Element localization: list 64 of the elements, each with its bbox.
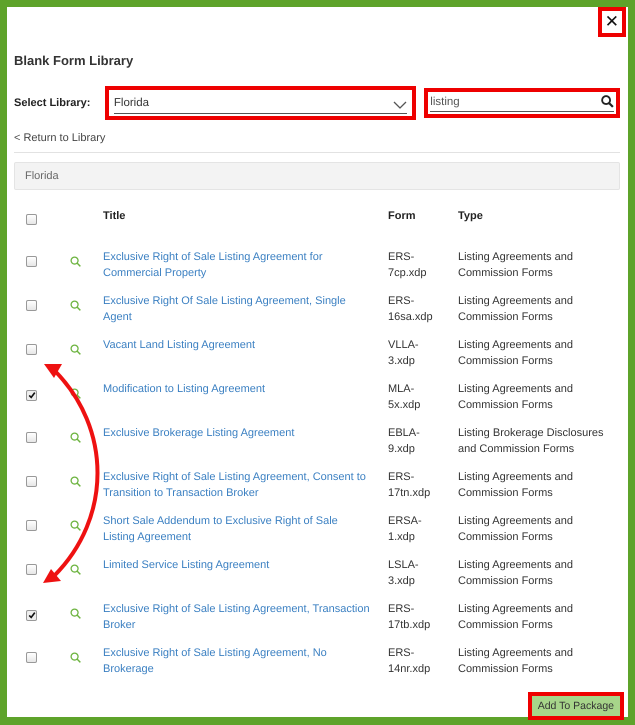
checkbox[interactable]	[26, 432, 37, 443]
table-cell-text: Listing Agreements and Commission Forms	[458, 646, 574, 677]
add-to-package-button[interactable]: Add To Package	[532, 696, 620, 716]
form-link[interactable]: Exclusive Right Of Sale Listing Agreement, Single Agent	[103, 293, 388, 340]
table-cell-text: Listing Agreements and Commission Forms	[458, 602, 574, 633]
table-cell-text: ERS-14nr.xdp	[388, 646, 432, 677]
form-link[interactable]: Exclusive Brokerage Listing Agreement	[103, 425, 388, 472]
form-link[interactable]: Limited Service Listing Agreement	[103, 557, 388, 604]
form-link[interactable]: Exclusive Right of Sale Listing Agreement, Consent to Transition to Transaction Broker	[103, 469, 388, 516]
close-button[interactable]: ✕	[598, 7, 626, 37]
preview-icon[interactable]	[70, 608, 81, 619]
table-cell-text: Listing Agreements and Commission Forms	[458, 294, 574, 325]
checkbox[interactable]	[26, 256, 37, 267]
table-cell-text: Listing Agreements and Commission Forms	[458, 382, 574, 413]
checkbox[interactable]	[26, 390, 37, 400]
table-cell-text: Listing Agreements and Commission Forms	[458, 338, 574, 369]
preview-icon[interactable]	[70, 476, 81, 487]
table-cell-text: ERSA-1.xdp	[388, 514, 423, 545]
table-cell-text: ERS-17tb.xdp	[388, 602, 432, 633]
form-link[interactable]: Exclusive Right of Sale Listing Agreement, Transaction Broker	[103, 601, 388, 648]
dialog-title: Blank Form Library	[14, 53, 134, 68]
checkbox[interactable]	[26, 476, 37, 487]
preview-icon[interactable]	[70, 300, 81, 311]
table-cell-text: EBLA-9.xdp	[388, 426, 421, 457]
checkbox[interactable]	[26, 214, 37, 225]
table-cell-text: LSLA-3.xdp	[388, 558, 420, 589]
column-header: Form	[388, 210, 416, 224]
search-icon	[601, 95, 614, 108]
table-cell-text: ERS-16sa.xdp	[388, 294, 434, 325]
form-link[interactable]: Exclusive Right of Sale Listing Agreement for Commercial Property	[103, 249, 388, 296]
checkbox[interactable]	[26, 300, 37, 311]
form-link[interactable]: Exclusive Right of Sale Listing Agreement, No Brokerage	[103, 645, 388, 692]
form-link[interactable]: Short Sale Addendum to Exclusive Right of Sale Listing Agreement	[103, 513, 388, 560]
preview-icon[interactable]	[70, 564, 81, 575]
checkbox[interactable]	[26, 344, 37, 355]
preview-icon[interactable]	[70, 388, 81, 399]
table-cell-text: ERS-17tn.xdp	[388, 470, 432, 501]
field-label: Select Library:	[14, 97, 92, 109]
column-header: Title	[103, 210, 126, 224]
preview-icon[interactable]	[70, 344, 81, 355]
chevron-down-icon	[393, 101, 408, 109]
form-link[interactable]: Vacant Land Listing Agreement	[103, 337, 388, 384]
preview-icon[interactable]	[70, 432, 81, 443]
table-cell-text: VLLA-3.xdp	[388, 338, 420, 369]
table-cell-text: Listing Brokerage Disclosures and Commission Forms	[458, 426, 605, 457]
checkbox[interactable]	[26, 520, 37, 531]
checkbox[interactable]	[26, 610, 37, 620]
table-cell-text: Listing Agreements and Commission Forms	[458, 470, 574, 501]
table-cell-text: ERS-7cp.xdp	[388, 250, 428, 281]
preview-icon[interactable]	[70, 520, 81, 531]
checkbox[interactable]	[26, 652, 37, 663]
table-cell-text: Listing Agreements and Commission Forms	[458, 558, 574, 589]
library-select[interactable]: Florida	[114, 93, 408, 114]
return-link[interactable]: < Return to Library	[14, 132, 106, 144]
column-header: Type	[458, 210, 484, 224]
breadcrumb-bar[interactable]: Florida	[14, 162, 620, 190]
table-cell-text: Listing Agreements and Commission Forms	[458, 514, 574, 545]
preview-icon[interactable]	[70, 256, 81, 267]
search-field[interactable]: listing	[430, 95, 614, 112]
form-link[interactable]: Modification to Listing Agreement	[103, 381, 388, 428]
table-cell-text: MLA-5x.xdp	[388, 382, 422, 413]
table-cell-text: Listing Agreements and Commission Forms	[458, 250, 574, 281]
checkbox[interactable]	[26, 564, 37, 575]
preview-icon[interactable]	[70, 652, 81, 663]
